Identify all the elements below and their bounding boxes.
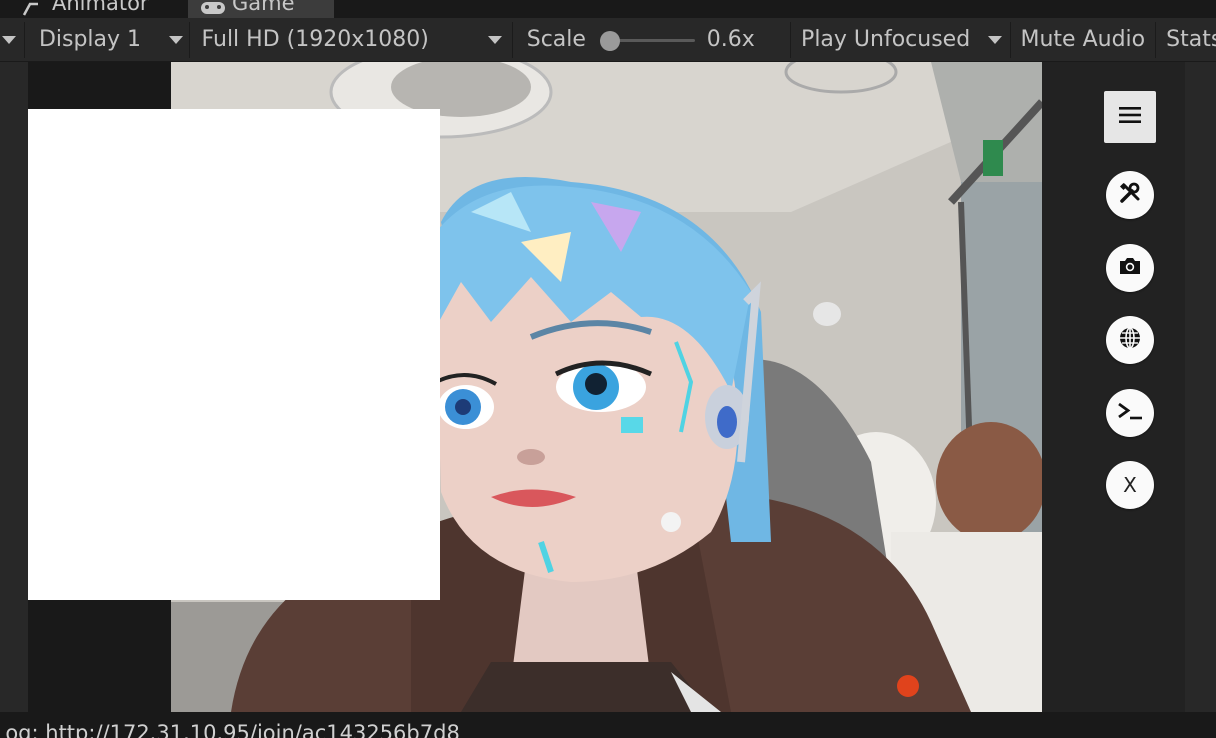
tools-button[interactable] xyxy=(1106,171,1154,219)
network-button[interactable] xyxy=(1106,316,1154,364)
mute-audio-toggle[interactable]: Mute Audio xyxy=(1011,18,1156,62)
debug-side-panel: X xyxy=(1042,62,1185,712)
display-label: Display 1 xyxy=(38,27,142,52)
chevron-down-icon xyxy=(487,35,502,44)
chevron-down-icon xyxy=(2,35,16,44)
view-options-dropdown[interactable] xyxy=(0,18,24,62)
scale-label: Scale xyxy=(526,27,586,52)
play-mode-dropdown[interactable]: Play Unfocused xyxy=(791,18,1009,62)
mute-audio-label: Mute Audio xyxy=(1020,27,1146,52)
resolution-dropdown[interactable]: Full HD (1920x1080) xyxy=(190,18,512,62)
left-gutter xyxy=(0,62,28,712)
console-button[interactable] xyxy=(1106,389,1154,437)
game-viewport[interactable]: X xyxy=(28,62,1185,712)
screenshot-button[interactable] xyxy=(1106,244,1154,292)
tab-animator-label: Animator xyxy=(52,0,149,15)
camera-icon xyxy=(1118,256,1142,280)
scale-value: 0.6x xyxy=(706,26,755,52)
menu-button[interactable] xyxy=(1104,91,1156,143)
scale-slider-thumb[interactable] xyxy=(599,30,620,51)
scale-control: Scale 0.6x xyxy=(513,18,790,62)
close-button[interactable]: X xyxy=(1106,461,1154,509)
chevron-down-icon xyxy=(168,35,183,44)
overlay-white-panel xyxy=(28,109,440,600)
right-gutter xyxy=(1185,62,1216,712)
status-bar: Log: http://172.31.10.95/join/ac143256b7… xyxy=(0,712,1216,738)
stats-label: Stats xyxy=(1166,27,1216,52)
animator-icon xyxy=(20,0,44,16)
editor-tab-strip: Animator Game xyxy=(0,0,1216,18)
play-mode-label: Play Unfocused xyxy=(801,27,971,52)
terminal-icon xyxy=(1116,401,1144,425)
chevron-down-icon xyxy=(987,35,1002,44)
tab-game-label: Game xyxy=(232,0,295,15)
stats-toggle[interactable]: Stats xyxy=(1156,18,1216,62)
resolution-label: Full HD (1920x1080) xyxy=(201,27,429,52)
display-dropdown[interactable]: Display 1 xyxy=(25,18,189,62)
tools-icon xyxy=(1118,181,1142,209)
tab-animator[interactable]: Animator xyxy=(20,0,188,18)
gamepad-icon xyxy=(200,0,225,14)
globe-icon xyxy=(1118,326,1142,354)
hamburger-icon xyxy=(1119,106,1141,128)
status-log-text: Log: http://172.31.10.95/join/ac143256b7… xyxy=(0,721,460,738)
close-icon: X xyxy=(1123,473,1137,497)
tab-game[interactable]: Game xyxy=(188,0,334,18)
game-view-toolbar: Display 1 Full HD (1920x1080) Scale 0.6x… xyxy=(0,18,1216,62)
